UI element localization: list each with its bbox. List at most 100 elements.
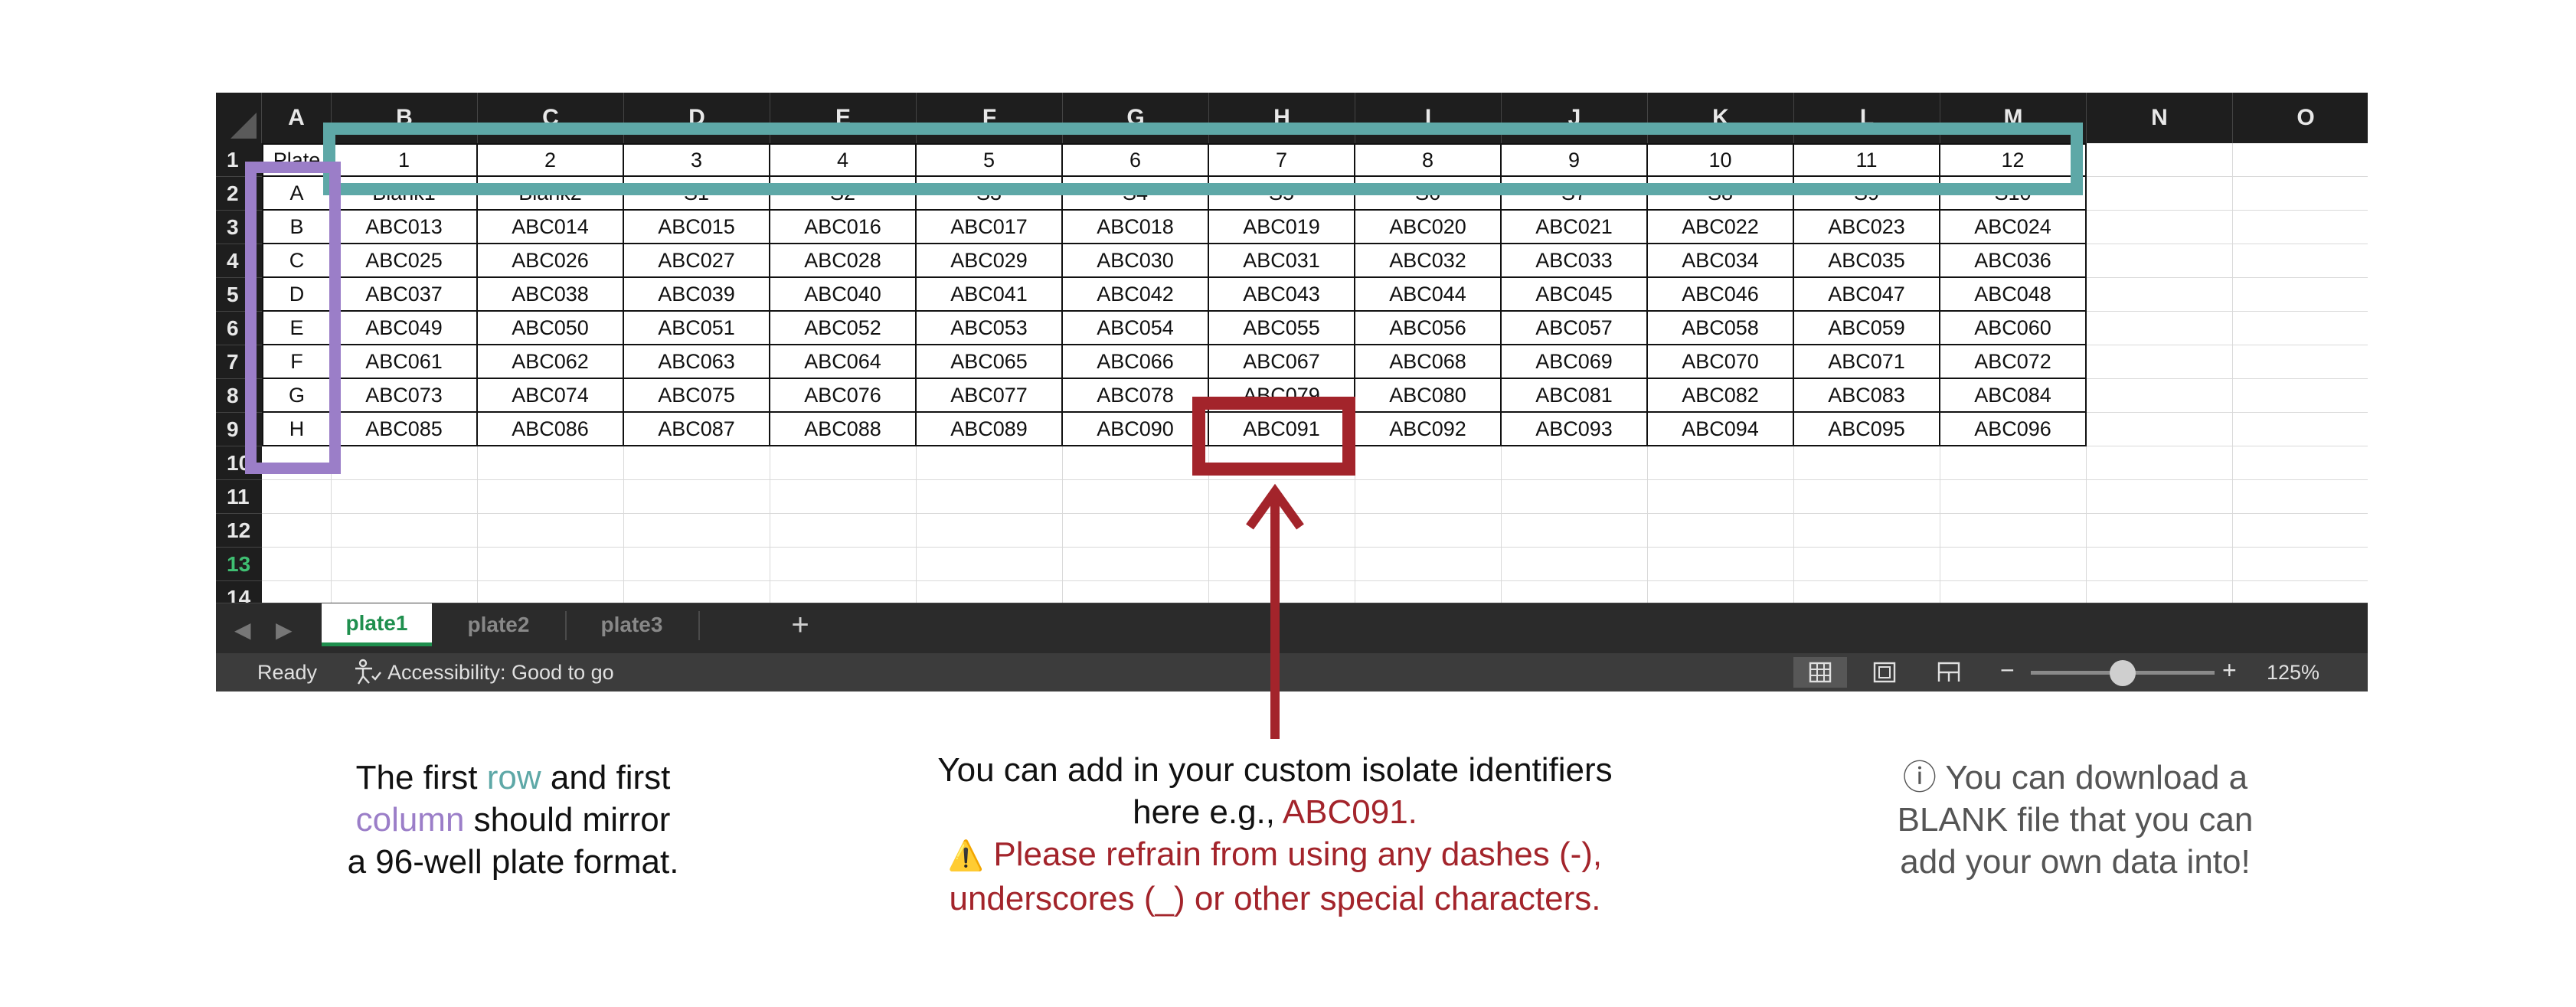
row-header-8[interactable]: 8 xyxy=(216,379,262,413)
cell-a4[interactable]: C xyxy=(262,244,332,278)
cell-j12[interactable] xyxy=(1502,514,1648,548)
cell-o9[interactable] xyxy=(2233,413,2368,446)
row-header-7[interactable]: 7 xyxy=(216,345,262,379)
cell-e5[interactable]: ABC040 xyxy=(770,278,917,312)
cell-j1[interactable]: 9 xyxy=(1502,143,1648,177)
cell-d10[interactable] xyxy=(624,446,770,480)
cell-j9[interactable]: ABC093 xyxy=(1502,413,1648,446)
cell-h8[interactable]: ABC079 xyxy=(1209,379,1355,413)
cell-i2[interactable]: S6 xyxy=(1355,177,1502,211)
cell-i6[interactable]: ABC056 xyxy=(1355,312,1502,345)
cell-f9[interactable]: ABC089 xyxy=(917,413,1063,446)
cell-a14[interactable] xyxy=(262,581,332,603)
cell-h4[interactable]: ABC031 xyxy=(1209,244,1355,278)
cell-j5[interactable]: ABC045 xyxy=(1502,278,1648,312)
cell-h5[interactable]: ABC043 xyxy=(1209,278,1355,312)
cell-j14[interactable] xyxy=(1502,581,1648,603)
cell-n11[interactable] xyxy=(2087,480,2233,514)
cell-c6[interactable]: ABC050 xyxy=(478,312,624,345)
cell-j4[interactable]: ABC033 xyxy=(1502,244,1648,278)
cell-o8[interactable] xyxy=(2233,379,2368,413)
cell-h13[interactable] xyxy=(1209,548,1355,581)
cell-i13[interactable] xyxy=(1355,548,1502,581)
normal-view-button[interactable] xyxy=(1793,657,1847,688)
cell-g10[interactable] xyxy=(1063,446,1209,480)
cell-o2[interactable] xyxy=(2233,177,2368,211)
cell-k8[interactable]: ABC082 xyxy=(1648,379,1794,413)
cell-c2[interactable]: Blank2 xyxy=(478,177,624,211)
cell-h2[interactable]: S5 xyxy=(1209,177,1355,211)
cell-c14[interactable] xyxy=(478,581,624,603)
cell-j8[interactable]: ABC081 xyxy=(1502,379,1648,413)
cell-k12[interactable] xyxy=(1648,514,1794,548)
cell-o6[interactable] xyxy=(2233,312,2368,345)
cell-b12[interactable] xyxy=(332,514,478,548)
cell-f12[interactable] xyxy=(917,514,1063,548)
cell-m6[interactable]: ABC060 xyxy=(1940,312,2087,345)
cell-j7[interactable]: ABC069 xyxy=(1502,345,1648,379)
cell-d3[interactable]: ABC015 xyxy=(624,211,770,244)
cell-e12[interactable] xyxy=(770,514,917,548)
sheet-tab-plate3[interactable]: plate3 xyxy=(565,603,698,646)
cell-h3[interactable]: ABC019 xyxy=(1209,211,1355,244)
cell-a6[interactable]: E xyxy=(262,312,332,345)
cell-e9[interactable]: ABC088 xyxy=(770,413,917,446)
cell-h7[interactable]: ABC067 xyxy=(1209,345,1355,379)
cell-i10[interactable] xyxy=(1355,446,1502,480)
cell-j13[interactable] xyxy=(1502,548,1648,581)
cell-c12[interactable] xyxy=(478,514,624,548)
cell-k7[interactable]: ABC070 xyxy=(1648,345,1794,379)
cell-j6[interactable]: ABC057 xyxy=(1502,312,1648,345)
cell-b7[interactable]: ABC061 xyxy=(332,345,478,379)
cell-l14[interactable] xyxy=(1794,581,1940,603)
cell-a13[interactable] xyxy=(262,548,332,581)
cell-d8[interactable]: ABC075 xyxy=(624,379,770,413)
cell-b10[interactable] xyxy=(332,446,478,480)
cell-n6[interactable] xyxy=(2087,312,2233,345)
cell-i5[interactable]: ABC044 xyxy=(1355,278,1502,312)
cell-k13[interactable] xyxy=(1648,548,1794,581)
cell-e7[interactable]: ABC064 xyxy=(770,345,917,379)
cell-g9[interactable]: ABC090 xyxy=(1063,413,1209,446)
row-header-11[interactable]: 11 xyxy=(216,480,262,514)
cell-n1[interactable] xyxy=(2087,143,2233,177)
zoom-level[interactable]: 125% xyxy=(2267,661,2319,685)
cell-b4[interactable]: ABC025 xyxy=(332,244,478,278)
cell-d9[interactable]: ABC087 xyxy=(624,413,770,446)
cell-a3[interactable]: B xyxy=(262,211,332,244)
cell-c8[interactable]: ABC074 xyxy=(478,379,624,413)
cell-k4[interactable]: ABC034 xyxy=(1648,244,1794,278)
cell-o7[interactable] xyxy=(2233,345,2368,379)
cell-d4[interactable]: ABC027 xyxy=(624,244,770,278)
row-header-1[interactable]: 1 xyxy=(216,143,262,177)
cell-k11[interactable] xyxy=(1648,480,1794,514)
cell-a1[interactable]: Plate xyxy=(262,143,332,177)
cell-d6[interactable]: ABC051 xyxy=(624,312,770,345)
sheet-tab-plate2[interactable]: plate2 xyxy=(432,603,565,646)
column-header-b[interactable]: B xyxy=(332,93,478,143)
cell-e2[interactable]: S2 xyxy=(770,177,917,211)
cell-m10[interactable] xyxy=(1940,446,2087,480)
cell-o14[interactable] xyxy=(2233,581,2368,603)
cell-b13[interactable] xyxy=(332,548,478,581)
cell-a5[interactable]: D xyxy=(262,278,332,312)
column-header-h[interactable]: H xyxy=(1209,93,1355,143)
cell-k1[interactable]: 10 xyxy=(1648,143,1794,177)
cell-grid[interactable]: Plate 1 2 3 4 5 6 7 8 9 10 11 12 A Blank1 Blank2 S1 S2 S3 S… xyxy=(262,143,2368,603)
accessibility-status[interactable]: Accessibility: Good to go xyxy=(387,661,614,685)
cell-g13[interactable] xyxy=(1063,548,1209,581)
cell-k2[interactable]: S8 xyxy=(1648,177,1794,211)
cell-b9[interactable]: ABC085 xyxy=(332,413,478,446)
row-header-4[interactable]: 4 xyxy=(216,244,262,278)
cell-o3[interactable] xyxy=(2233,211,2368,244)
cell-a11[interactable] xyxy=(262,480,332,514)
cell-n10[interactable] xyxy=(2087,446,2233,480)
column-header-g[interactable]: G xyxy=(1063,93,1209,143)
cell-h12[interactable] xyxy=(1209,514,1355,548)
cell-l5[interactable]: ABC047 xyxy=(1794,278,1940,312)
cell-i7[interactable]: ABC068 xyxy=(1355,345,1502,379)
cell-d13[interactable] xyxy=(624,548,770,581)
cell-j3[interactable]: ABC021 xyxy=(1502,211,1648,244)
cell-c3[interactable]: ABC014 xyxy=(478,211,624,244)
cell-f4[interactable]: ABC029 xyxy=(917,244,1063,278)
